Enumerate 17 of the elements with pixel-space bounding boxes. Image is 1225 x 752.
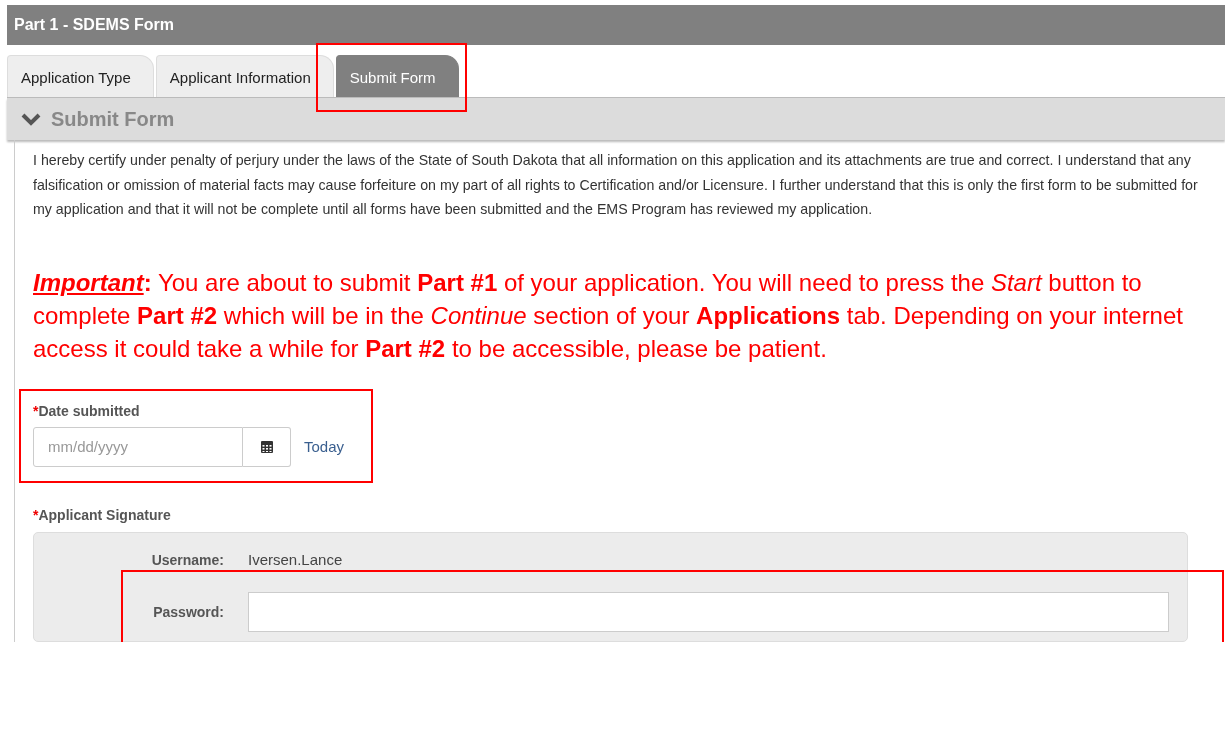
username-value: Iversen.Lance: [248, 551, 343, 568]
tab[interactable]: Submit Form: [335, 55, 459, 97]
tab[interactable]: Application Type: [7, 55, 154, 97]
today-link[interactable]: Today: [304, 438, 345, 455]
section-title: Submit Form: [51, 107, 175, 131]
password-field[interactable]: [248, 591, 1169, 632]
calendar-button[interactable]: [243, 426, 291, 467]
field-label: *Applicant Signature: [33, 506, 172, 523]
username-label: Username:: [150, 551, 224, 568]
tab[interactable]: Applicant Information: [155, 55, 334, 97]
important-notice: Important: You are about to submit Part #1 of your application. You will need to press the Start button to complete Part #2 which will be in the Continue section of your Applications tab. Depending on your internet access it could take a while for Part #2 to be accessible, please be patient.: [33, 267, 1184, 364]
certification-text: I hereby certify under penalty of perjury under the laws of the State of South Dakota that all information on this application and its attachments are true and correct. I understand that any falsification or omission of material facts may cause forfeiture on my part of all rights to Certification and/or Licensure. I further understand that this is only the first form to be submitted for my application and that it will not be complete until all forms have been submitted and the EMS Program has reviewed my application.: [33, 151, 1199, 219]
password-label: Password:: [152, 603, 224, 620]
date-field[interactable]: mm/dd/yyyy: [33, 426, 243, 467]
panel-title: Part 1 - SDEMS Form: [7, 5, 1225, 45]
field-label: *Date submitted: [33, 402, 141, 419]
calendar-icon: [259, 439, 274, 454]
